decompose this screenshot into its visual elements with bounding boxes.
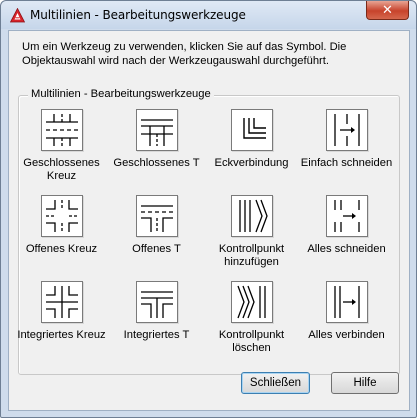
tools-groupbox: Multilinien - Bearbeitungswerkzeuge Gesc… [17, 88, 400, 375]
tool-add-vertex[interactable]: Kontrollpunkt hinzufügen [204, 195, 299, 269]
tool-label: Geschlossenes Kreuz [23, 157, 100, 182]
tool-delete-vertex[interactable]: Kontrollpunkt löschen [204, 281, 299, 355]
tool-cut-single[interactable]: Einfach schneiden [299, 109, 394, 170]
cut-all-icon[interactable] [325, 195, 368, 237]
open-tee-icon[interactable] [135, 195, 178, 237]
merged-cross-icon[interactable] [40, 281, 83, 323]
weld-all-icon[interactable] [325, 281, 368, 323]
tool-label: Alles schneiden [307, 243, 386, 255]
title-bar[interactable]: Multilinien - Bearbeitungswerkzeuge ✕ [1, 1, 416, 29]
tool-corner-joint[interactable]: Eckverbindung [204, 109, 299, 170]
tool-weld-all[interactable]: Alles verbinden [299, 281, 394, 342]
tool-merged-tee[interactable]: Integriertes T [109, 281, 204, 342]
tool-closed-cross[interactable]: Geschlossenes Kreuz [14, 109, 109, 183]
delete-vertex-icon[interactable] [230, 281, 273, 323]
tool-merged-cross[interactable]: Integriertes Kreuz [14, 281, 109, 342]
open-cross-icon[interactable] [40, 195, 83, 237]
corner-joint-icon[interactable] [230, 109, 273, 151]
close-icon: ✕ [382, 2, 393, 18]
tool-open-cross[interactable]: Offenes Kreuz [14, 195, 109, 256]
close-button[interactable]: Schließen [241, 372, 310, 394]
tool-label: Eckverbindung [214, 157, 289, 169]
tool-label: Offenes T [132, 243, 181, 255]
tool-label: Einfach schneiden [300, 157, 393, 169]
dialog-window: Multilinien - Bearbeitungswerkzeuge ✕ Um… [0, 0, 417, 418]
groupbox-title: Multilinien - Bearbeitungswerkzeuge [28, 88, 214, 100]
tool-closed-tee[interactable]: Geschlossenes T [109, 109, 204, 170]
tool-label: Integriertes Kreuz [17, 329, 106, 341]
autocad-logo-icon [10, 8, 25, 23]
closed-cross-icon[interactable] [40, 109, 83, 151]
merged-tee-icon[interactable] [135, 281, 178, 323]
instruction-text: Um ein Werkzeug zu verwenden, klicken Si… [22, 41, 347, 67]
dialog-body: Um ein Werkzeug zu verwenden, klicken Si… [8, 30, 410, 411]
tool-label: Offenes Kreuz [25, 243, 98, 255]
help-button[interactable]: Hilfe [331, 372, 399, 394]
closed-tee-icon[interactable] [135, 109, 178, 151]
tool-open-tee[interactable]: Offenes T [109, 195, 204, 256]
close-window-button[interactable]: ✕ [366, 1, 409, 20]
tool-label: Integriertes T [123, 329, 190, 341]
add-vertex-icon[interactable] [230, 195, 273, 237]
tool-label: Geschlossenes T [113, 157, 200, 169]
tool-cut-all[interactable]: Alles schneiden [299, 195, 394, 256]
cut-single-icon[interactable] [325, 109, 368, 151]
tool-label: Alles verbinden [308, 329, 385, 341]
window-title: Multilinien - Bearbeitungswerkzeuge [30, 8, 246, 22]
tool-label: Kontrollpunkt hinzufügen [218, 243, 285, 268]
tool-label: Kontrollpunkt löschen [218, 329, 285, 354]
